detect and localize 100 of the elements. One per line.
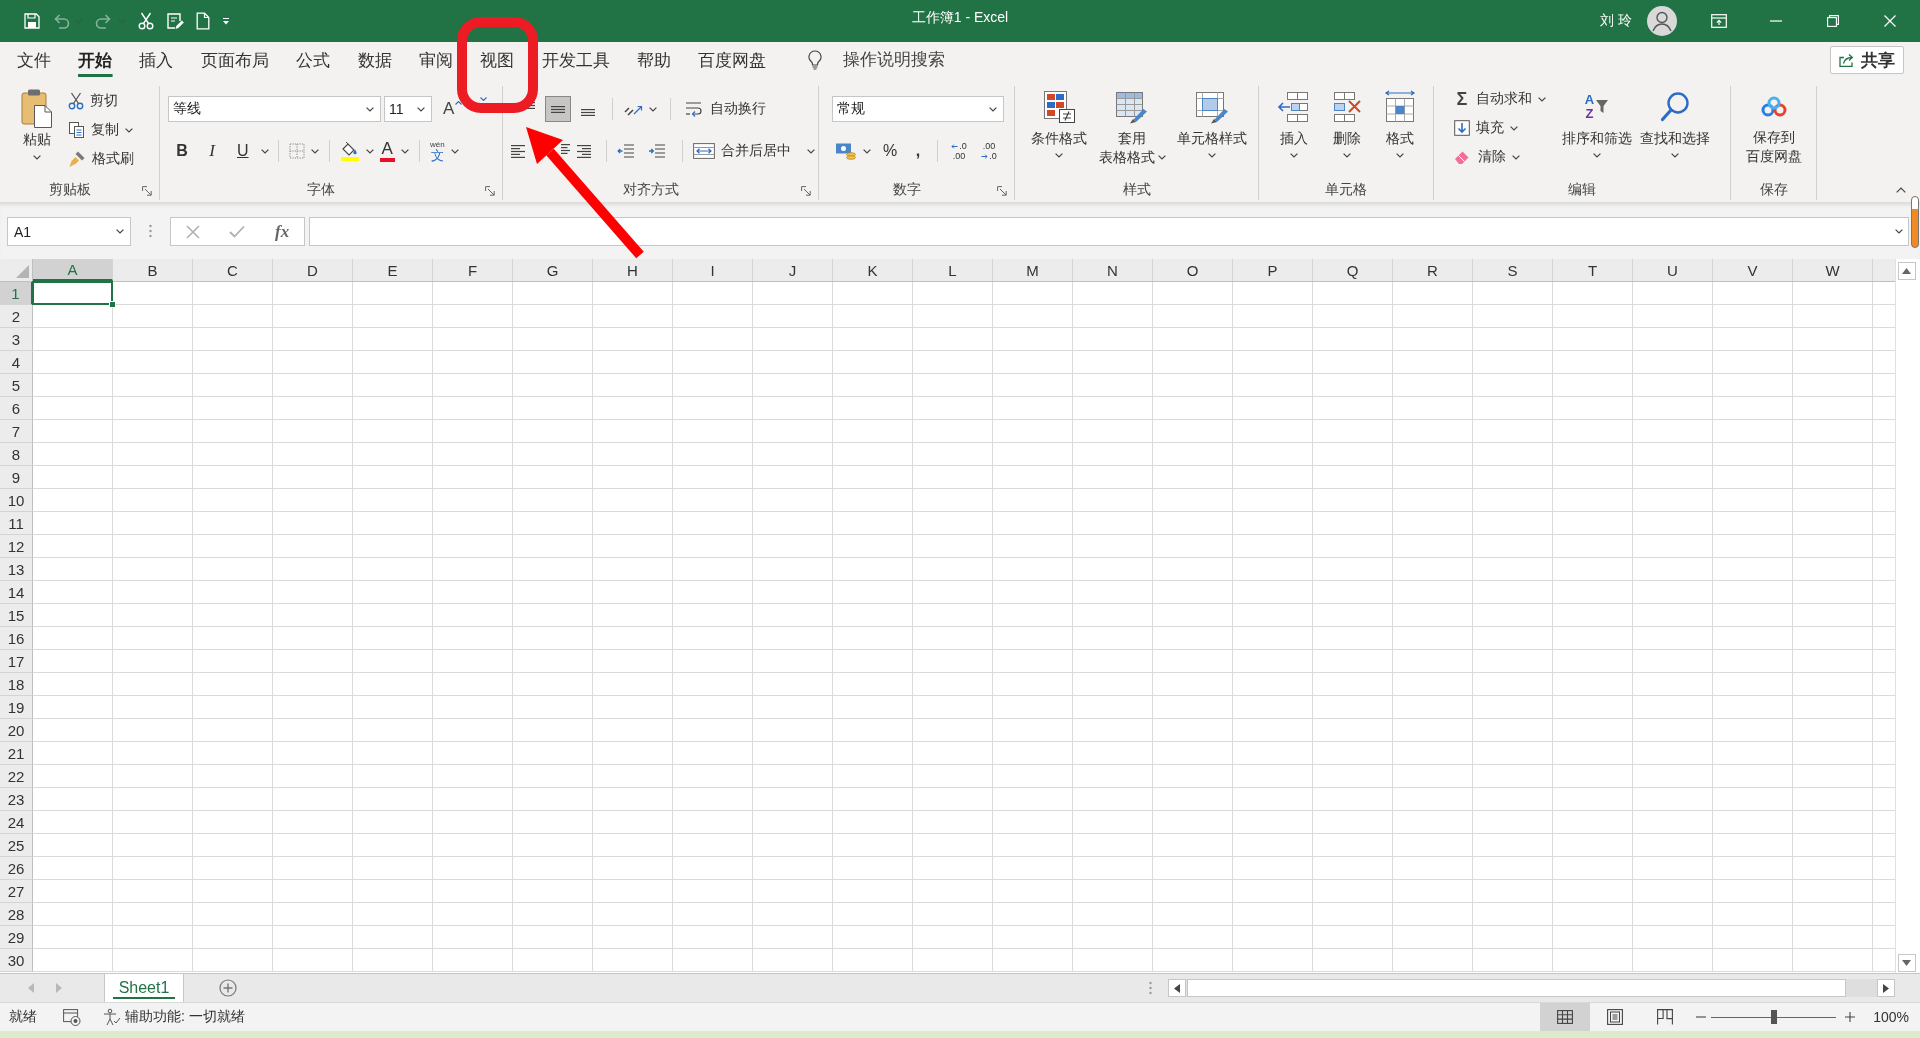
- name-box[interactable]: A1: [7, 217, 131, 246]
- vertical-scrollbar[interactable]: [1895, 259, 1917, 973]
- grip-icon[interactable]: [1149, 981, 1152, 995]
- cut-button[interactable]: 剪切: [64, 88, 138, 114]
- ribbon-tab[interactable]: 帮助: [623, 42, 685, 78]
- ribbon-tab[interactable]: 页面布局: [187, 42, 283, 78]
- middle-align-button[interactable]: [545, 96, 571, 122]
- avatar-icon[interactable]: [1647, 6, 1677, 36]
- format-cells-button[interactable]: 格式: [1376, 86, 1424, 180]
- percent-style-button[interactable]: %: [878, 138, 902, 164]
- macro-record-icon[interactable]: [63, 1008, 81, 1026]
- row-header[interactable]: 4: [0, 351, 33, 374]
- wrap-text-button[interactable]: 自动换行: [681, 96, 769, 122]
- row-header[interactable]: 17: [0, 650, 33, 673]
- center-button[interactable]: [560, 143, 571, 156]
- zoom-level[interactable]: 100%: [1873, 1009, 1909, 1025]
- find-select-button[interactable]: 查找和选择: [1636, 86, 1714, 180]
- row-header[interactable]: 9: [0, 466, 33, 489]
- column-header[interactable]: D: [273, 259, 353, 281]
- row-header[interactable]: 16: [0, 627, 33, 650]
- ribbon-tab[interactable]: 公式: [282, 42, 344, 78]
- row-header[interactable]: 5: [0, 374, 33, 397]
- column-header[interactable]: N: [1073, 259, 1153, 281]
- sheet-tab[interactable]: Sheet1: [104, 974, 184, 1002]
- column-header[interactable]: F: [433, 259, 513, 281]
- column-header[interactable]: C: [193, 259, 273, 281]
- row-header[interactable]: 3: [0, 328, 33, 351]
- column-header[interactable]: B: [113, 259, 193, 281]
- new-sheet-button[interactable]: [219, 979, 237, 997]
- zoom-in-button[interactable]: [1843, 1010, 1858, 1024]
- row-header[interactable]: 29: [0, 926, 33, 949]
- row-header[interactable]: 19: [0, 696, 33, 719]
- font-size-dropdown[interactable]: 11: [384, 96, 432, 122]
- font-color-button[interactable]: A: [376, 138, 412, 164]
- row-header[interactable]: 6: [0, 397, 33, 420]
- column-header[interactable]: K: [833, 259, 913, 281]
- font-name-dropdown[interactable]: 等线: [168, 96, 381, 122]
- merge-center-button[interactable]: 合并后居中: [690, 138, 818, 164]
- cell-grid[interactable]: [33, 282, 1895, 972]
- column-header[interactable]: S: [1473, 259, 1553, 281]
- row-header[interactable]: 1: [0, 282, 33, 305]
- row-header[interactable]: 15: [0, 604, 33, 627]
- formula-input[interactable]: [309, 217, 1909, 246]
- row-header[interactable]: 20: [0, 719, 33, 742]
- autosum-button[interactable]: Σ 自动求和: [1450, 86, 1550, 112]
- row-header[interactable]: 27: [0, 880, 33, 903]
- ribbon-tab[interactable]: 文件: [3, 42, 65, 78]
- scroll-left-button[interactable]: [1168, 979, 1186, 997]
- insert-cells-button[interactable]: 插入: [1270, 86, 1318, 180]
- share-button[interactable]: 共享: [1830, 46, 1904, 74]
- column-header[interactable]: V: [1713, 259, 1793, 281]
- increase-decimal-button[interactable]: .0 .00: [945, 138, 973, 164]
- active-cell[interactable]: [32, 281, 113, 305]
- column-header[interactable]: L: [913, 259, 993, 281]
- normal-view-button[interactable]: [1540, 1003, 1591, 1031]
- dialog-launcher[interactable]: [997, 186, 1007, 196]
- row-header[interactable]: 14: [0, 581, 33, 604]
- column-header[interactable]: E: [353, 259, 433, 281]
- scroll-right-button[interactable]: [1877, 979, 1895, 997]
- column-header[interactable]: Q: [1313, 259, 1393, 281]
- sort-filter-button[interactable]: A Z 排序和筛选: [1558, 86, 1636, 180]
- ribbon-tab[interactable]: 视图: [466, 42, 528, 78]
- save-to-cloud-button[interactable]: 保存到 百度网盘: [1738, 86, 1810, 180]
- accessibility-icon[interactable]: [103, 1008, 121, 1026]
- accessibility-status[interactable]: 辅助功能: 一切就绪: [125, 1008, 245, 1026]
- row-header[interactable]: 7: [0, 420, 33, 443]
- column-header[interactable]: G: [513, 259, 593, 281]
- row-header[interactable]: 23: [0, 788, 33, 811]
- format-as-table-button[interactable]: 套用 表格格式: [1095, 86, 1169, 180]
- ribbon-tab[interactable]: 审阅: [405, 42, 467, 78]
- row-header[interactable]: 24: [0, 811, 33, 834]
- row-header[interactable]: 8: [0, 443, 33, 466]
- zoom-slider-thumb[interactable]: [1770, 1010, 1777, 1024]
- number-format-dropdown[interactable]: 常规: [832, 96, 1004, 122]
- row-header[interactable]: 2: [0, 305, 33, 328]
- column-header[interactable]: W: [1793, 259, 1873, 281]
- column-header[interactable]: M: [993, 259, 1073, 281]
- copy-button[interactable]: 复制: [64, 117, 138, 143]
- ribbon-tab[interactable]: 开发工具: [528, 42, 624, 78]
- insert-function-button[interactable]: fx: [272, 220, 293, 243]
- scroll-up-button[interactable]: [1897, 262, 1916, 280]
- ribbon-tab[interactable]: 数据: [343, 42, 406, 78]
- scroll-handle[interactable]: [1911, 196, 1919, 248]
- column-header[interactable]: J: [753, 259, 833, 281]
- fill-handle[interactable]: [109, 301, 116, 308]
- phonetic-guide-button[interactable]: wén 文: [426, 138, 462, 164]
- column-header[interactable]: U: [1633, 259, 1713, 281]
- row-header[interactable]: 30: [0, 949, 33, 972]
- dialog-launcher[interactable]: [142, 186, 152, 196]
- column-header[interactable]: I: [673, 259, 753, 281]
- clear-button[interactable]: 清除: [1450, 144, 1550, 170]
- bold-button[interactable]: B: [169, 138, 195, 164]
- ribbon-tab[interactable]: 百度网盘: [684, 42, 781, 78]
- dialog-launcher[interactable]: [801, 186, 811, 196]
- search-field[interactable]: 操作说明搜索: [836, 50, 964, 70]
- row-header[interactable]: 22: [0, 765, 33, 788]
- row-header[interactable]: 12: [0, 535, 33, 558]
- row-header[interactable]: 11: [0, 512, 33, 535]
- row-header[interactable]: 13: [0, 558, 33, 581]
- column-header[interactable]: T: [1553, 259, 1633, 281]
